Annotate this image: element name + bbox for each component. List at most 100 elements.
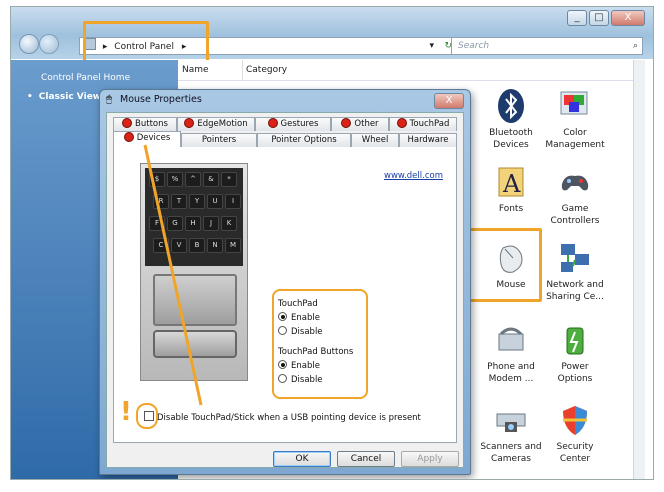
column-header-name[interactable]: Name <box>182 60 243 80</box>
phone-icon <box>493 322 529 358</box>
security-shield-icon <box>557 402 593 438</box>
keyboard-key: N <box>207 238 223 253</box>
cp-item-label: Game Controllers <box>550 204 600 226</box>
annotation-exclamation: ! <box>120 397 132 427</box>
cp-item-fonts[interactable]: A Fonts <box>480 164 542 215</box>
search-placeholder: Search <box>458 41 490 51</box>
keyboard-key: V <box>171 238 187 253</box>
keyboard-key: G <box>167 216 183 231</box>
annotation-circle-checkbox <box>136 403 158 429</box>
maximize-button[interactable]: □ <box>589 10 609 26</box>
keyboard-key: F <box>149 216 165 231</box>
tab-pointer-options[interactable]: Pointer Options <box>257 133 351 147</box>
tab-label: TouchPad <box>409 119 450 129</box>
annotation-box-mouse <box>462 228 542 302</box>
keyboard-key: & <box>203 172 219 187</box>
cp-item-label: Fonts <box>498 204 524 214</box>
tab-touchpad[interactable]: TouchPad <box>389 117 457 131</box>
dell-website-link[interactable]: www.dell.com <box>384 171 443 181</box>
cp-item-label: Power Options <box>557 362 593 384</box>
touchpad-image: $% ^ & * R T Y U I F G H J K C V B N M <box>140 163 248 381</box>
devices-panel: $% ^ & * R T Y U I F G H J K C V B N M www.dell.com TouchP… <box>113 147 457 443</box>
tab-edgemotion[interactable]: EdgeMotion <box>177 117 255 131</box>
touchpad-surface <box>153 274 237 326</box>
dialog-close-button[interactable]: X <box>434 93 464 109</box>
keyboard-key: H <box>185 216 201 231</box>
column-header-category[interactable]: Category <box>246 60 326 80</box>
keyboard-key: R <box>153 194 169 209</box>
cp-item-security-center[interactable]: Security Center <box>544 402 606 465</box>
vertical-scrollbar[interactable] <box>633 60 645 479</box>
tab-wheel[interactable]: Wheel <box>351 133 399 147</box>
mouse-properties-dialog: 🖱 Mouse Properties X Buttons EdgeMotion … <box>99 89 471 475</box>
forward-button[interactable] <box>39 34 59 54</box>
scanner-icon <box>493 402 529 438</box>
tab-pointers[interactable]: Pointers <box>181 133 257 147</box>
keyboard-key: * <box>221 172 237 187</box>
keyboard-key: % <box>167 172 183 187</box>
touchpad-buttons-illustration <box>153 330 237 358</box>
tab-label: Devices <box>136 133 171 143</box>
keyboard-key: M <box>225 238 241 253</box>
annotation-box-address <box>83 21 209 63</box>
tab-buttons[interactable]: Buttons <box>113 117 177 131</box>
tab-label: Gestures <box>280 119 319 129</box>
svg-text:A: A <box>502 170 521 198</box>
disable-touchpad-checkbox[interactable]: Disable TouchPad/Stick when a USB pointi… <box>144 411 421 423</box>
dialog-title: Mouse Properties <box>120 94 202 105</box>
keyboard-key: $ <box>149 172 165 187</box>
cp-item-label: Phone and Modem ... <box>487 362 535 384</box>
network-icon <box>557 240 593 276</box>
cp-item-label: Network and Sharing Ce... <box>546 280 604 302</box>
cp-item-label: Color Management <box>545 128 605 150</box>
cp-item-color-management[interactable]: Color Management <box>544 88 606 151</box>
control-panel-home-link[interactable]: Control Panel Home <box>41 73 130 83</box>
dialog-body: Buttons EdgeMotion Gestures Other TouchP… <box>106 112 464 468</box>
keyboard-key: ^ <box>185 172 201 187</box>
keyboard-key: B <box>189 238 205 253</box>
tab-gestures[interactable]: Gestures <box>255 117 331 131</box>
fonts-icon: A <box>493 164 529 200</box>
apply-button[interactable]: Apply <box>401 451 459 467</box>
cp-item-bluetooth[interactable]: Bluetooth Devices <box>480 88 542 151</box>
checkbox-label: Disable TouchPad/Stick when a USB pointi… <box>157 413 421 423</box>
bullet-icon: • <box>27 92 33 102</box>
classic-view-link[interactable]: • Classic View <box>27 92 101 102</box>
dell-tab-icon <box>267 118 278 128</box>
bluetooth-icon <box>493 88 529 124</box>
annotation-box-settings <box>272 289 368 399</box>
tab-hardware[interactable]: Hardware <box>399 133 457 147</box>
cp-item-scanners-cameras[interactable]: Scanners and Cameras <box>480 402 542 465</box>
tab-label: EdgeMotion <box>197 119 248 129</box>
cp-item-label: Bluetooth Devices <box>489 128 533 150</box>
search-input[interactable]: Search ⌕ <box>451 37 643 55</box>
cp-item-power-options[interactable]: Power Options <box>544 322 606 385</box>
keyboard-key: I <box>225 194 241 209</box>
power-icon <box>557 322 593 358</box>
explorer-window: _ □ X ▸ Control Panel ▸ ▾ ↻ Search ⌕ Con… <box>10 6 654 480</box>
keyboard-key: U <box>207 194 223 209</box>
tab-devices[interactable]: Devices <box>113 131 181 147</box>
address-dropdown-icon[interactable]: ▾ <box>429 38 434 54</box>
color-management-icon <box>557 88 593 124</box>
tab-label: Buttons <box>135 119 168 129</box>
dell-tab-icon <box>396 118 407 128</box>
cp-item-label: Security Center <box>556 442 594 464</box>
cp-item-game-controllers[interactable]: Game Controllers <box>544 164 606 227</box>
back-button[interactable] <box>19 34 39 54</box>
dell-tab-icon <box>184 118 195 128</box>
minimize-button[interactable]: _ <box>567 10 587 26</box>
close-button[interactable]: X <box>611 10 645 26</box>
cp-item-network[interactable]: Network and Sharing Ce... <box>544 240 606 303</box>
dell-tab-icon <box>123 132 134 142</box>
tab-label: Other <box>354 119 379 129</box>
keyboard-key: Y <box>189 194 205 209</box>
search-icon[interactable]: ⌕ <box>633 38 638 54</box>
cp-item-phone-modem[interactable]: Phone and Modem ... <box>480 322 542 385</box>
tab-other[interactable]: Other <box>331 117 389 131</box>
dell-tab-icon <box>122 118 133 128</box>
game-controller-icon <box>557 164 593 200</box>
cancel-button[interactable]: Cancel <box>337 451 395 467</box>
classic-view-label: Classic View <box>38 92 102 102</box>
ok-button[interactable]: OK <box>273 451 331 467</box>
